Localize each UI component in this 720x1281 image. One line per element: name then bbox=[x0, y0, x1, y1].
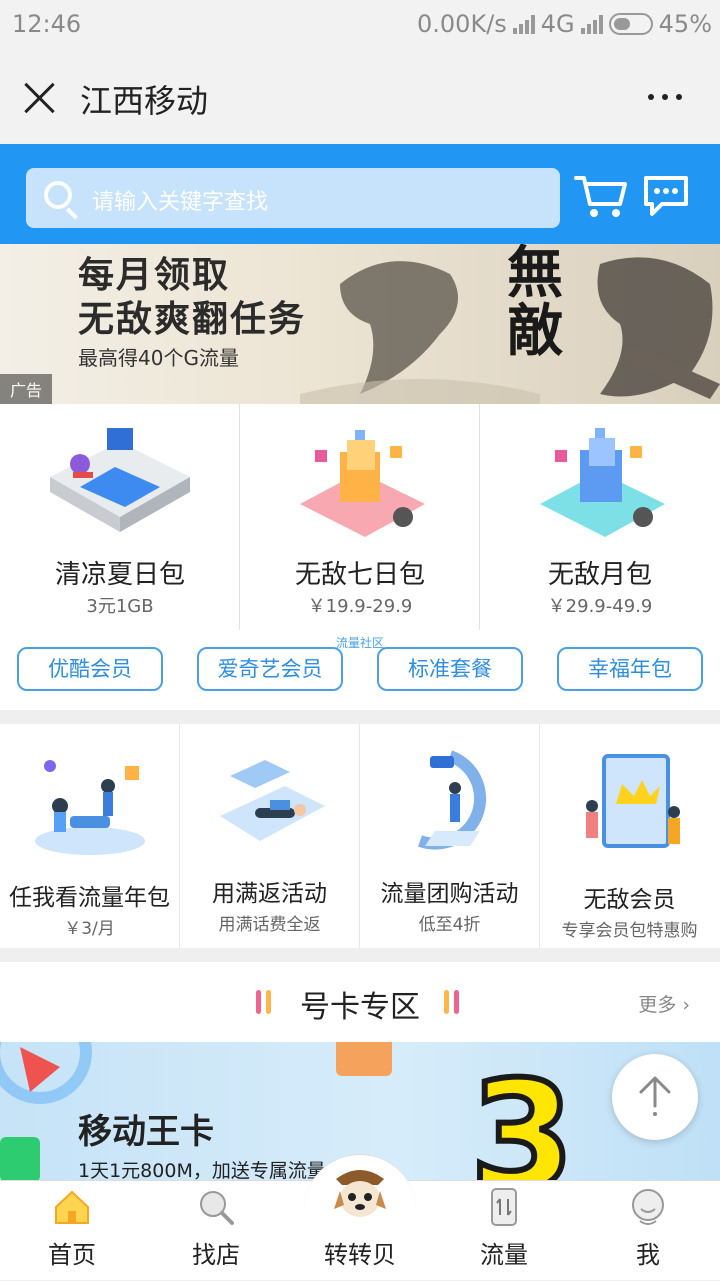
section-title: 号卡专区 bbox=[300, 990, 420, 1025]
search-placeholder: 请输入关键字查找 bbox=[92, 190, 269, 215]
pill-youku[interactable]: 优酷会员 bbox=[17, 647, 163, 691]
search-icon bbox=[44, 181, 72, 209]
package-name: 无敌月包 bbox=[547, 560, 652, 590]
battery-level: 45% bbox=[658, 10, 712, 38]
sim-card-section-header: 号卡专区 更多 › bbox=[0, 962, 720, 1042]
package-name: 清凉夏日包 bbox=[54, 560, 185, 590]
close-icon[interactable] bbox=[22, 80, 58, 116]
home-icon bbox=[55, 1190, 89, 1224]
promo-subtitle-main: 1天1元800M，加送专属流量 bbox=[78, 1160, 326, 1182]
package-section: 清凉夏日包 3元1GB 无敌七日包 ￥19.9-29.9 无敌月包 ￥29.9-… bbox=[0, 404, 720, 710]
pill-iqiyi[interactable]: 爱奇艺会员 bbox=[197, 647, 343, 691]
banner-calligraphy: 無 敵 bbox=[500, 244, 570, 360]
title-bar: 江西移动 bbox=[0, 50, 720, 144]
pill-happy-annual[interactable]: 幸福年包 bbox=[557, 647, 703, 691]
signal-icon-2 bbox=[580, 14, 603, 34]
tab-label: 找店 bbox=[192, 1241, 240, 1269]
search-input[interactable]: 请输入关键字查找 bbox=[26, 168, 560, 228]
package-card-summer[interactable]: 清凉夏日包 3元1GB bbox=[0, 404, 240, 632]
phone-cyan-illustration bbox=[540, 428, 665, 537]
book-icon bbox=[336, 1042, 392, 1076]
tab-label: 我 bbox=[636, 1241, 660, 1269]
user-icon bbox=[632, 1189, 664, 1225]
more-dots-icon[interactable] bbox=[648, 94, 682, 100]
banner-line2: 无敌爽翻任务 bbox=[78, 299, 307, 340]
arrow-up-icon bbox=[639, 1076, 671, 1116]
phone-pink-illustration bbox=[300, 430, 425, 537]
search-icon bbox=[200, 1191, 234, 1225]
tab-label: 首页 bbox=[48, 1241, 96, 1269]
activity-sub: 低至4折 bbox=[418, 915, 481, 935]
tab-label: 流量 bbox=[480, 1241, 528, 1269]
signal-icon bbox=[512, 14, 535, 34]
calligraphy-bottom: 敵 bbox=[507, 298, 563, 364]
title-accent-bar bbox=[454, 990, 459, 1014]
activity-vip-member[interactable]: 无敌会员 专享会员包特惠购 bbox=[540, 724, 719, 948]
search-header: 请输入关键字查找 bbox=[0, 144, 720, 244]
phone-data-icon bbox=[491, 1188, 517, 1226]
activity-full-refund[interactable]: 用满返活动 用满话费全返 bbox=[180, 724, 359, 948]
network-type: 4G bbox=[540, 10, 575, 38]
tab-data-traffic[interactable]: 流量 bbox=[432, 1181, 576, 1281]
promo-banner[interactable]: 每月领取 无敌爽翻任务 最高得40个G流量 無 敵 广告 bbox=[0, 244, 720, 404]
crown-illustration bbox=[586, 754, 680, 848]
phone-relax-illustration bbox=[220, 760, 325, 841]
net-speed: 0.00K/s bbox=[417, 10, 507, 38]
package-price: ￥29.9-49.9 bbox=[547, 596, 653, 617]
more-label: 更多 bbox=[638, 994, 677, 1016]
activity-name: 无敌会员 bbox=[583, 887, 676, 913]
activity-sub: ￥3/月 bbox=[64, 919, 115, 939]
package-name: 无敌七日包 bbox=[294, 560, 425, 590]
tab-me[interactable]: 我 bbox=[576, 1181, 720, 1281]
more-link[interactable]: 更多 › bbox=[638, 990, 690, 1017]
promo-subtitle: 1天1元800M，加送专属流量/月 bbox=[78, 1156, 351, 1182]
promo-big-number: 3 bbox=[467, 1050, 577, 1182]
ad-label: 广告 bbox=[0, 374, 53, 404]
activity-name: 任我看流量年包 bbox=[9, 885, 170, 911]
cart-icon[interactable] bbox=[574, 172, 628, 220]
status-right: 0.00K/s 4G 45% bbox=[417, 10, 712, 38]
dog-mascot-icon bbox=[334, 1170, 386, 1217]
battery-icon bbox=[608, 13, 653, 35]
page-title: 江西移动 bbox=[80, 82, 209, 120]
arrow-discount-illustration bbox=[418, 750, 487, 850]
chevron-right-icon: › bbox=[676, 994, 690, 1016]
activity-sub: 用满话费全返 bbox=[218, 915, 321, 935]
activity-watch-annual[interactable]: 任我看流量年包 ￥3/月 bbox=[0, 724, 179, 948]
package-card-monthly[interactable]: 无敌月包 ￥29.9-49.9 bbox=[480, 404, 720, 632]
message-icon[interactable] bbox=[642, 174, 690, 218]
promo-title: 移动王卡 bbox=[78, 1112, 214, 1152]
activity-section: 任我看流量年包 ￥3/月 用满返活动 用满话费全返 流量团购活动 低至4折 无敌… bbox=[0, 724, 720, 948]
activity-name: 用满返活动 bbox=[212, 881, 327, 907]
pool-illustration bbox=[50, 428, 190, 532]
activity-sub: 专享会员包特惠购 bbox=[561, 921, 698, 941]
package-price: ￥19.9-29.9 bbox=[307, 596, 413, 617]
status-time: 12:46 bbox=[12, 10, 82, 38]
title-accent-bar bbox=[444, 990, 449, 1014]
tab-label: 转转贝 bbox=[324, 1241, 396, 1269]
tab-home[interactable]: 首页 bbox=[0, 1181, 144, 1281]
pill-standard-plan[interactable]: 标准套餐 bbox=[377, 647, 523, 691]
banner-line3: 最高得40个G流量 bbox=[78, 346, 239, 370]
activity-name: 流量团购活动 bbox=[380, 881, 519, 907]
package-price: 3元1GB bbox=[86, 596, 154, 617]
status-bar: 12:46 0.00K/s 4G 45% bbox=[0, 0, 720, 50]
tab-find-store[interactable]: 找店 bbox=[144, 1181, 288, 1281]
people-video-illustration bbox=[35, 760, 145, 855]
back-to-top-button[interactable] bbox=[612, 1054, 698, 1140]
package-card-seven-day[interactable]: 无敌七日包 ￥19.9-29.9 bbox=[240, 404, 480, 632]
calligraphy-top: 無 bbox=[507, 244, 563, 306]
activity-group-buy[interactable]: 流量团购活动 低至4折 bbox=[360, 724, 539, 948]
